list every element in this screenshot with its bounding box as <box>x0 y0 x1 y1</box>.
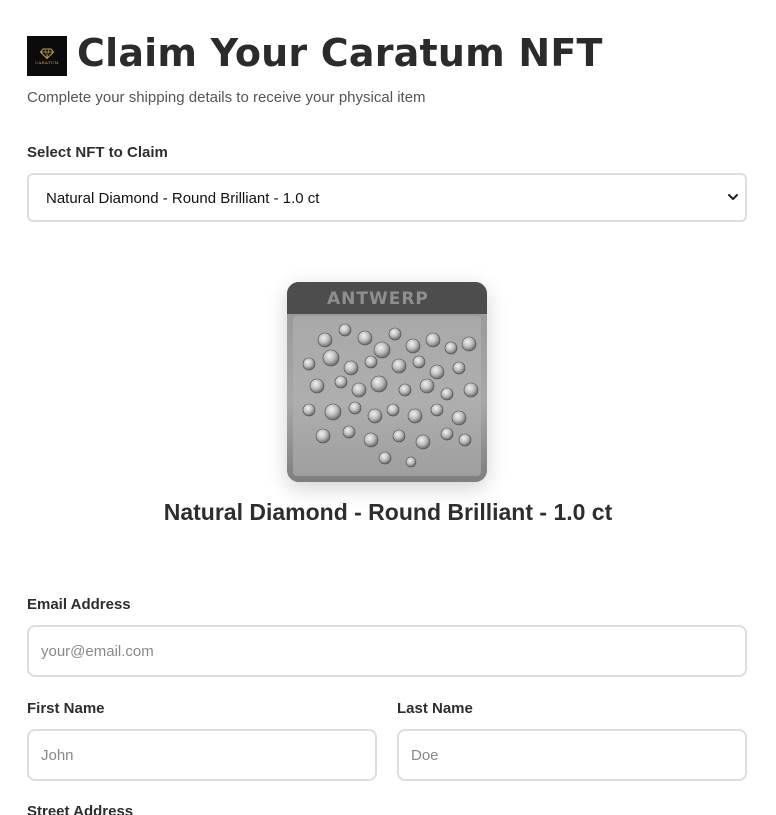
nft-name: Natural Diamond - Round Brilliant - 1.0 … <box>163 499 613 525</box>
first-name-placeholder: John <box>41 747 74 764</box>
last-name-field[interactable]: Doe <box>397 729 747 781</box>
page-header: CARATUM Claim Your Caratum NFT <box>27 27 603 79</box>
nft-select-value: Natural Diamond - Round Brilliant - 1.0 … <box>46 190 320 207</box>
last-name-placeholder: Doe <box>411 747 439 764</box>
nft-select[interactable]: Natural Diamond - Round Brilliant - 1.0 … <box>27 173 747 222</box>
claim-page: CARATUM Claim Your Caratum NFT Complete … <box>0 0 776 815</box>
diamonds-photo-icon: ANTWERP <box>287 282 487 482</box>
street-address-label: Street Address <box>27 803 134 815</box>
svg-text:ANTWERP: ANTWERP <box>327 289 429 309</box>
first-name-label: First Name <box>27 700 105 717</box>
logo-text: CARATUM <box>35 59 59 65</box>
last-name-label: Last Name <box>397 700 473 717</box>
page-subtitle: Complete your shipping details to receiv… <box>27 89 426 106</box>
email-placeholder: your@email.com <box>41 643 154 660</box>
diamond-icon <box>40 48 54 59</box>
caratum-logo-icon: CARATUM <box>27 36 67 76</box>
email-field[interactable]: your@email.com <box>27 625 747 677</box>
page-title: Claim Your Caratum NFT <box>77 31 603 75</box>
first-name-field[interactable]: John <box>27 729 377 781</box>
nft-select-label: Select NFT to Claim <box>27 144 168 161</box>
email-label: Email Address <box>27 596 131 613</box>
nft-preview-image: ANTWERP <box>287 282 487 482</box>
chevron-down-icon <box>728 194 738 200</box>
